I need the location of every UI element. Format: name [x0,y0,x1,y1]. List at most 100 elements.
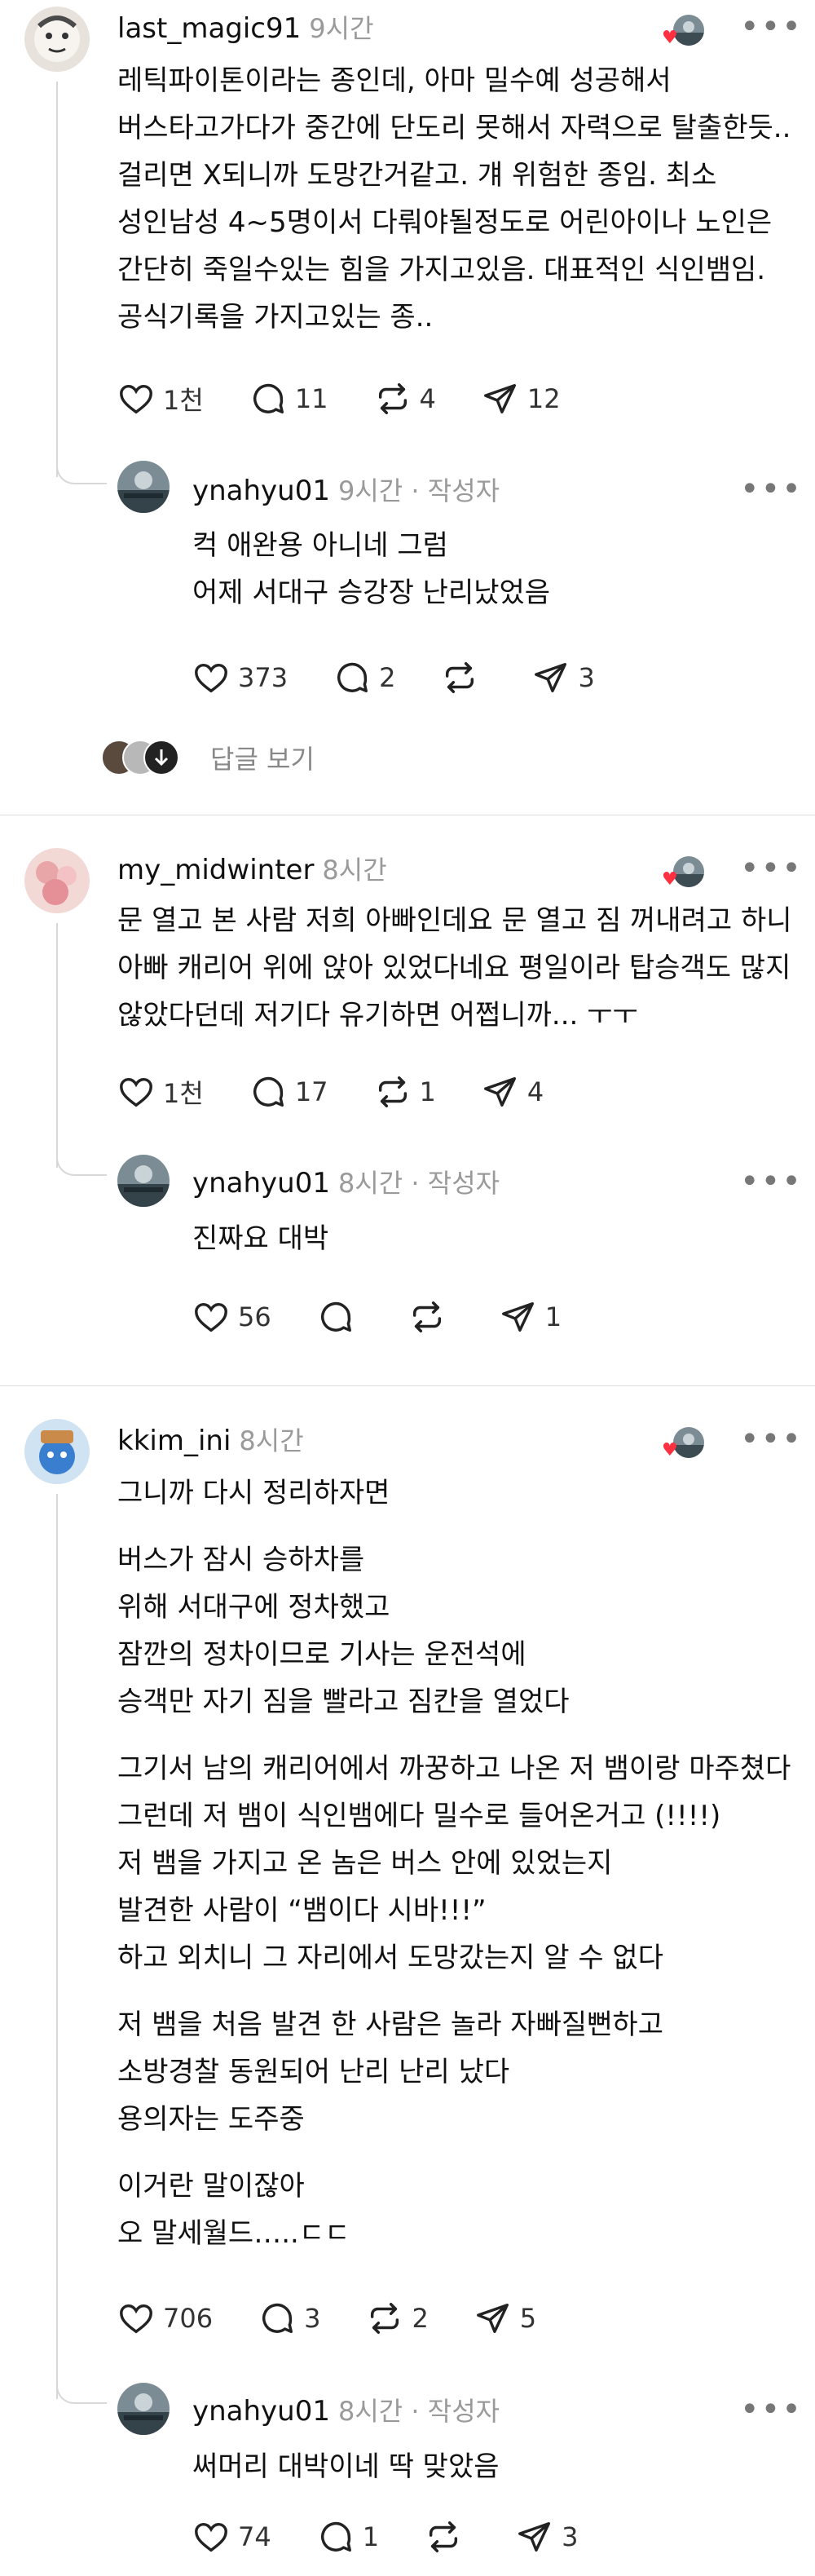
more-icon[interactable]: ••• [740,8,803,46]
reply-text: 써머리 대박이네 딱 맞았음 [192,2450,500,2483]
repost-button[interactable] [408,1298,454,1336]
reply-actions: 56 1 [192,1298,607,1336]
author-liked-heart-icon: ♥ [662,1440,678,1460]
share-icon [501,1301,534,1332]
share-icon [483,383,516,414]
reply-connector [56,2362,107,2404]
reply-avatar[interactable] [117,461,170,513]
comment-username[interactable]: last_magic91 9시간 [117,8,374,46]
share-icon [483,1076,516,1107]
reply-button[interactable] [317,1298,363,1336]
reply-time: 8시간 · 작성자 [338,1168,500,1199]
heart-icon [120,1077,152,1107]
comment-actions: 706 3 2 5 [117,2300,582,2337]
reply-time: 8시간 · 작성자 [338,2396,500,2427]
share-button[interactable]: 5 [474,2300,536,2337]
repost-button[interactable] [441,659,487,696]
comment-time: 9시간 [309,13,374,44]
like-button[interactable]: 373 [192,659,288,696]
reply-avatar[interactable] [117,1155,170,1207]
repost-icon [378,1076,407,1107]
comment-icon [320,2521,351,2552]
like-button[interactable]: 1천 [117,1073,204,1111]
heart-icon [120,2304,152,2334]
share-button[interactable]: 3 [532,659,595,696]
reply-username[interactable]: ynahyu01 9시간 · 작성자 [192,471,500,508]
reply-time: 9시간 · 작성자 [338,475,500,506]
comment-text: 레틱파이톤이라는 종인데, 아마 밀수예 성공해서 버스타고가다가 중간에 단도… [117,64,791,334]
thread-line [56,1494,58,2399]
reply-text: 컥 애완용 아니네 그럼 어제 서대구 승강장 난리났었음 [192,529,551,609]
comment-text: 문 열고 본 사람 저희 아빠인데요 문 열고 짐 꺼내려고 하니 아빠 캐리어… [117,904,792,1032]
reply-button[interactable]: 2 [333,659,395,696]
share-icon [476,2303,509,2334]
avatar[interactable] [24,1419,90,1484]
reply-avatar[interactable] [117,2383,170,2435]
repost-button[interactable] [425,2518,470,2556]
avatar[interactable] [24,7,90,72]
reply-button[interactable]: 1 [317,2518,379,2556]
replier-avatars [101,740,199,775]
more-icon[interactable]: ••• [740,850,803,887]
like-button[interactable]: 1천 [117,380,204,418]
reply-button[interactable]: 11 [249,380,328,418]
comment-icon [253,1076,284,1107]
share-icon [535,662,567,693]
repost-icon [446,662,474,693]
reply-button[interactable]: 17 [249,1073,328,1111]
share-button[interactable]: 3 [516,2518,578,2556]
comment-icon [253,383,284,414]
repost-button[interactable]: 4 [374,380,436,418]
reply-connector [56,1133,107,1176]
heart-icon [195,663,227,693]
repost-button[interactable]: 1 [374,1073,436,1111]
repost-icon [430,2521,458,2552]
arrow-down-icon [154,749,169,767]
share-button[interactable]: 4 [482,1073,544,1111]
reply-text: 진짜요 대박 [192,1222,329,1255]
more-icon[interactable]: ••• [740,471,803,508]
comment-icon [262,2303,293,2334]
heart-icon [120,384,152,414]
comment-time: 8시간 [322,855,387,886]
thread-2: my_midwinter 8시간 ♥ ••• 문 열고 본 사람 저희 아빠인데요… [0,815,815,1386]
comment-time: 8시간 [239,1425,304,1456]
more-icon[interactable]: ••• [740,1163,803,1200]
author-liked-heart-icon: ♥ [662,28,678,48]
reply-actions: 373 2 3 [192,659,641,696]
share-button[interactable]: 12 [482,380,561,418]
repost-button[interactable]: 2 [366,2300,429,2337]
comment-actions: 1천 17 1 4 [117,1073,589,1111]
heart-icon [195,2522,227,2552]
more-icon[interactable]: ••• [740,2391,803,2428]
thread-line [56,923,58,1168]
reply-username[interactable]: ynahyu01 8시간 · 작성자 [192,2391,500,2428]
thread-3: kkim_ini 8시간 ♥ ••• 그니까 다시 정리하자면 버스가 잠시 승하… [0,1386,815,2576]
repost-icon [371,2303,399,2334]
like-button[interactable]: 706 [117,2300,213,2337]
like-button[interactable]: 74 [192,2518,271,2556]
share-button[interactable]: 1 [500,1298,562,1336]
comment-actions: 1천 11 4 12 [117,380,606,418]
comment-text: 그니까 다시 정리하자면 버스가 잠시 승하차를 위해 서대구에 정차했고 잠깐… [117,1477,791,2250]
more-icon[interactable]: ••• [740,1421,803,1458]
reply-connector [56,440,107,484]
view-replies-label: 답글 보기 [210,744,315,775]
author-liked-heart-icon: ♥ [662,869,678,890]
avatar[interactable] [24,848,90,913]
thread-line [56,82,58,477]
share-icon [518,2521,551,2552]
comment-icon [320,1301,351,1332]
like-button[interactable]: 56 [192,1298,271,1336]
comment-username[interactable]: my_midwinter 8시간 [117,850,387,887]
reply-username[interactable]: ynahyu01 8시간 · 작성자 [192,1163,500,1200]
repost-icon [378,383,407,414]
comment-username[interactable]: kkim_ini 8시간 [117,1421,304,1458]
comment-icon [337,662,368,693]
thread-1: last_magic91 9시간 ♥ ••• 레틱파이톤이라는 종인데, 아마 밀… [0,0,815,815]
view-replies-link[interactable]: 답글 보기 [101,739,315,776]
reply-button[interactable]: 3 [258,2300,320,2337]
reply-actions: 74 1 3 [192,2518,623,2556]
repost-icon [412,1301,441,1332]
heart-icon [195,1302,227,1332]
